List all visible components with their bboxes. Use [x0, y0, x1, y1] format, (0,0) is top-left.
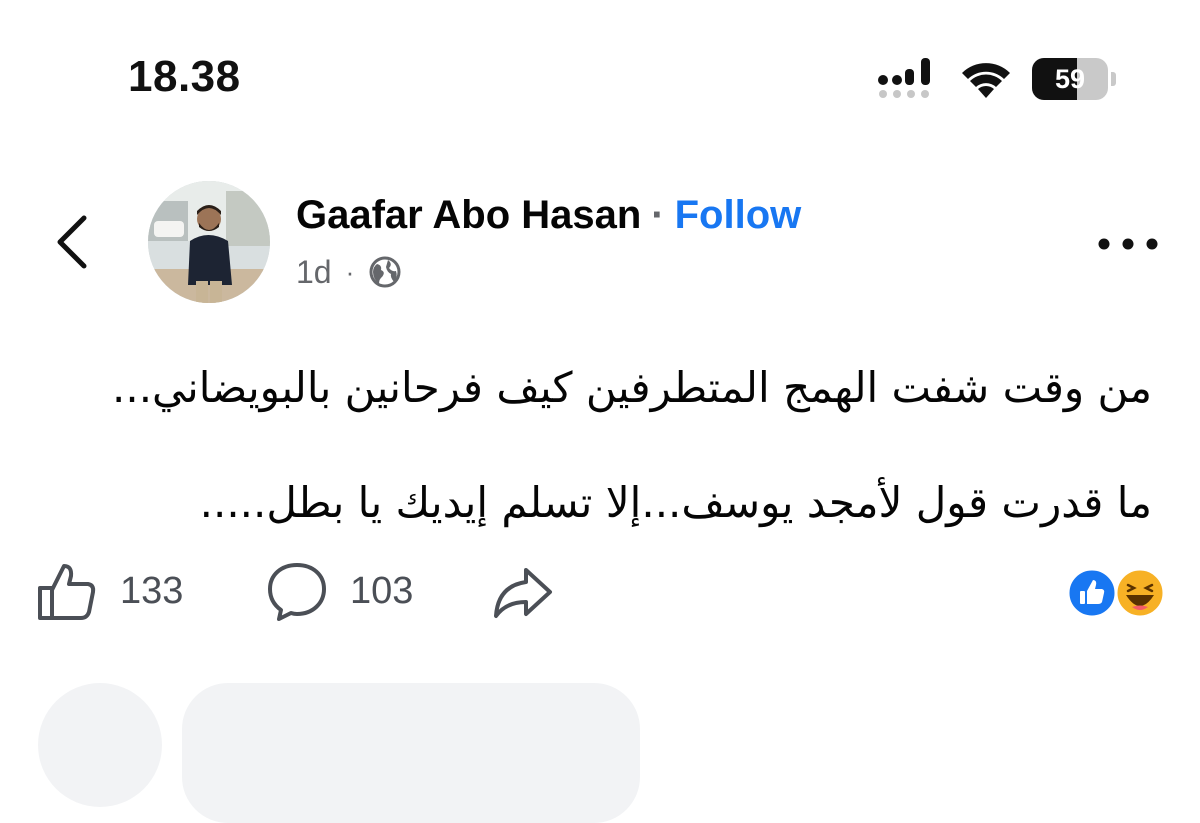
avatar-photo [148, 181, 270, 303]
signal-icon [878, 58, 930, 98]
more-options-icon[interactable] [1096, 236, 1160, 252]
author-line: Gaafar Abo Hasan · Follow [296, 193, 801, 238]
share-button[interactable] [490, 566, 554, 620]
post-meta: 1d · [296, 252, 402, 292]
thumbs-up-icon [38, 564, 96, 620]
commenter-avatar-placeholder [38, 683, 162, 807]
back-chevron-icon[interactable] [52, 212, 92, 272]
status-time: 18.38 [128, 52, 241, 101]
wifi-icon [962, 63, 1010, 98]
comment-bubble-icon [268, 563, 326, 621]
battery-icon: 59 [1032, 58, 1116, 100]
post-time[interactable]: 1d [296, 254, 332, 291]
reaction-icons[interactable] [1066, 567, 1166, 619]
author-name[interactable]: Gaafar Abo Hasan [296, 193, 641, 237]
comment-count: 103 [350, 569, 414, 612]
post-text-line: من وقت شفت الهمج المتطرفين كيف فرحانين ب… [112, 363, 1152, 412]
like-button[interactable]: 133 [36, 560, 183, 622]
name-separator: · [651, 193, 665, 237]
follow-button[interactable]: Follow [675, 193, 802, 237]
share-arrow-icon [494, 568, 552, 618]
post-text-line: ما قدرت قول لأمجد يوسف...إلا تسلم إيديك … [199, 478, 1152, 527]
haha-reaction-icon [1114, 567, 1166, 619]
like-reaction-icon [1066, 567, 1118, 619]
comment-bubble-placeholder [182, 683, 640, 823]
globe-icon [369, 256, 401, 288]
battery-level: 59 [1054, 64, 1086, 94]
author-avatar[interactable] [148, 181, 270, 303]
meta-separator: · [345, 256, 355, 287]
comment-button[interactable]: 103 [266, 560, 413, 622]
like-count: 133 [120, 569, 184, 612]
